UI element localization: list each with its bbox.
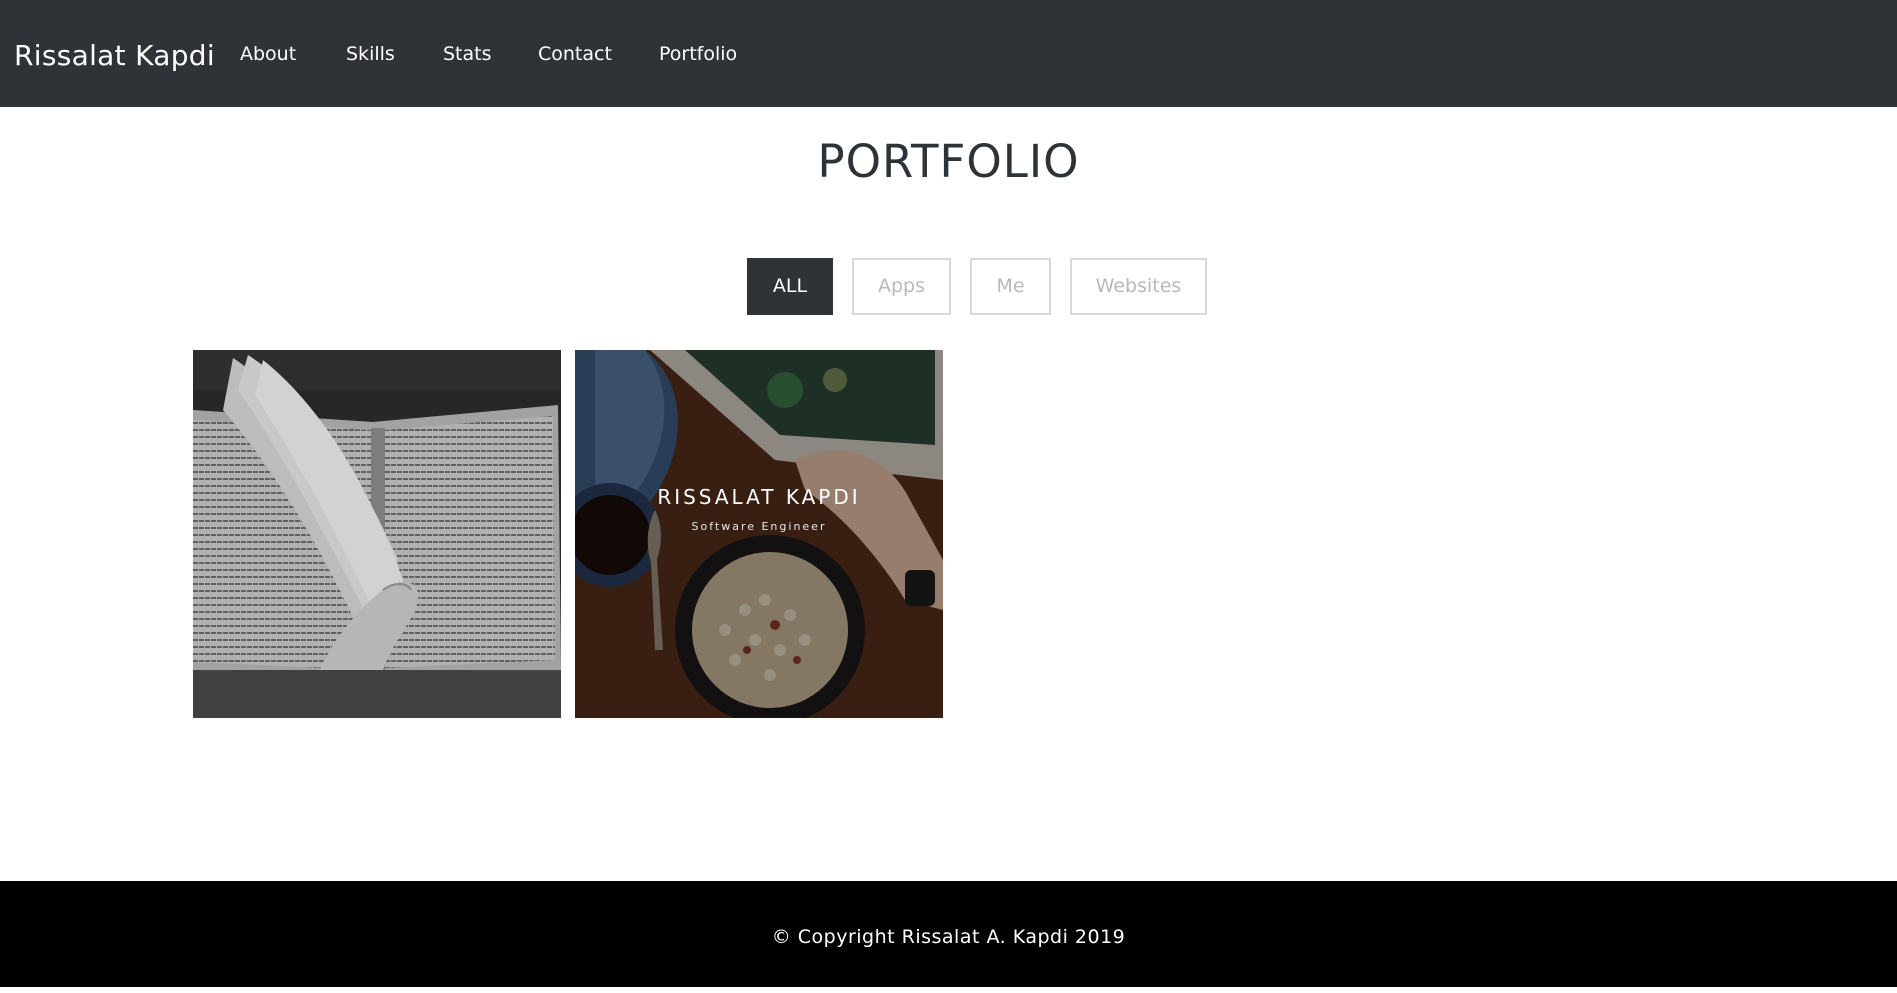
- filter-apps-button[interactable]: Apps: [852, 258, 951, 315]
- filter-websites-button[interactable]: Websites: [1070, 258, 1207, 315]
- copyright-text: © Copyright Rissalat A. Kapdi 2019: [771, 926, 1126, 948]
- filter-me-button[interactable]: Me: [970, 258, 1051, 315]
- section-title: PORTFOLIO: [817, 135, 1080, 188]
- portfolio-item-book[interactable]: [193, 350, 561, 718]
- nav-link-portfolio[interactable]: Portfolio: [659, 0, 737, 109]
- nav-link-about[interactable]: About: [240, 0, 296, 109]
- overlay-title: RISSALAT KAPDI: [657, 485, 861, 509]
- breakfast-table-image: [575, 350, 943, 718]
- open-book-image: [193, 350, 561, 718]
- top-navbar: Rissalat Kapdi About Skills Stats Contac…: [0, 0, 1897, 107]
- brand-link[interactable]: Rissalat Kapdi: [14, 0, 215, 111]
- portfolio-item-profile[interactable]: RISSALAT KAPDI Software Engineer: [575, 350, 943, 718]
- nav-link-contact[interactable]: Contact: [538, 0, 612, 109]
- overlay-subtitle: Software Engineer: [691, 520, 827, 533]
- nav-link-skills[interactable]: Skills: [346, 0, 395, 109]
- filter-all-button[interactable]: ALL: [747, 258, 833, 315]
- nav-link-stats[interactable]: Stats: [443, 0, 492, 109]
- page-footer: © Copyright Rissalat A. Kapdi 2019: [0, 881, 1897, 987]
